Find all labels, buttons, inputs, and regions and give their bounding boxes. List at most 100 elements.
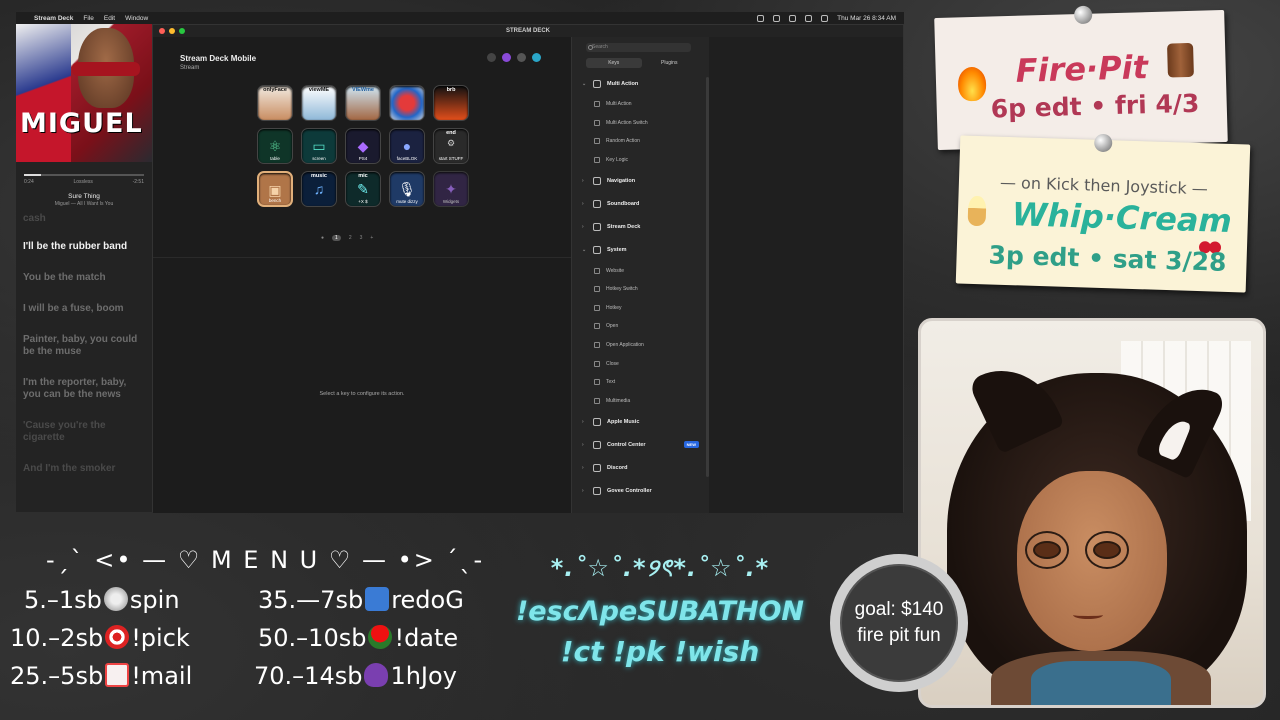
open-icon (594, 323, 600, 330)
lyric-line[interactable]: And I'm the smoker (23, 463, 144, 475)
navigation-icon (593, 176, 601, 185)
action-item[interactable]: Multi Action (572, 95, 709, 114)
category-navigation[interactable]: › Navigation (572, 169, 709, 192)
category-govee[interactable]: › Govee Controller (572, 479, 709, 502)
action-item[interactable]: Multimedia (572, 392, 709, 411)
command-list: !ct !pk !wish (560, 635, 760, 668)
lyric-line[interactable]: You be the match (23, 272, 144, 284)
action-item[interactable]: Key Logic (572, 151, 709, 170)
add-page-icon[interactable]: + (370, 235, 373, 241)
status-icon[interactable] (789, 14, 797, 22)
deck-key[interactable]: ● faceBLOK (389, 128, 425, 164)
store-icon[interactable] (502, 53, 511, 62)
page-button[interactable]: 1 (332, 235, 341, 241)
device-selector[interactable]: Stream Deck Mobile (180, 54, 256, 63)
wifi-icon[interactable] (805, 14, 813, 22)
search-icon[interactable] (821, 14, 829, 22)
actions-list: ⌄ Multi Action Multi Action Multi Action … (572, 72, 709, 502)
elapsed-time: 0:24 (24, 179, 34, 185)
discord-icon (593, 463, 601, 472)
search-input[interactable]: Search (586, 43, 691, 52)
menu-title: -ˏˋ <• — ♡ M E N U ♡ — •> ˊˎ- (46, 546, 485, 574)
progress-scrubber[interactable] (24, 174, 144, 176)
category-apple-music[interactable]: › Apple Music (572, 410, 709, 433)
menubar-window[interactable]: Window (125, 15, 148, 22)
divider (153, 257, 571, 258)
tab-keys[interactable]: Keys (586, 58, 642, 68)
chevron-right-icon: › (582, 464, 584, 471)
apple-music-icon (593, 417, 601, 426)
deck-key[interactable]: onlyFace (257, 85, 293, 121)
tab-plugins[interactable]: Plugins (642, 58, 698, 68)
deck-key[interactable]: ◆ PS4 (345, 128, 381, 164)
category-soundboard[interactable]: › Soundboard (572, 192, 709, 215)
deck-key[interactable]: ⚛ table (257, 128, 293, 164)
lyrics-list: cash I'll be the rubber band You be the … (16, 207, 152, 475)
card-date: 3p edt • sat 3/28 (988, 240, 1227, 277)
deck-key[interactable]: ▣ bench (257, 171, 293, 207)
action-item[interactable]: Text (572, 373, 709, 392)
header-tools (487, 53, 541, 62)
deck-key[interactable]: VIEWme (345, 85, 381, 121)
page-button[interactable]: 3 (360, 235, 363, 241)
deck-key[interactable]: viewME (301, 85, 337, 121)
menu-row: 5.–1sb spin (24, 586, 180, 614)
menubar-file[interactable]: File (83, 15, 93, 22)
avatar[interactable] (532, 53, 541, 62)
deck-key[interactable]: ▭ screen (301, 128, 337, 164)
status-icon[interactable] (757, 14, 765, 22)
action-icon (594, 138, 600, 145)
sync-icon[interactable] (487, 53, 496, 62)
category-discord[interactable]: › Discord (572, 456, 709, 479)
menubar-app-name[interactable]: Stream Deck (34, 15, 73, 22)
deck-key[interactable]: 🎙 mute dizzy (389, 171, 425, 207)
window-titlebar: STREAM DECK (153, 25, 903, 37)
action-icon (594, 101, 600, 108)
keyboard-icon (594, 286, 600, 293)
schedule-card-whipcream: — on Kick then Joystick — Whip·Cream 3p … (955, 133, 1251, 293)
menubar-clock[interactable]: Thu Mar 26 8:34 AM (837, 15, 896, 22)
chevron-right-icon: › (582, 200, 584, 207)
profile-selector[interactable]: Stream (180, 65, 256, 71)
log-icon (1167, 42, 1194, 78)
empty-pane (709, 37, 903, 513)
gear-icon[interactable] (517, 53, 526, 62)
action-item[interactable]: Random Action (572, 132, 709, 151)
fire-icon (957, 66, 987, 102)
action-item[interactable]: Hotkey (572, 299, 709, 318)
category-multi-action[interactable]: ⌄ Multi Action (572, 72, 709, 95)
action-item[interactable]: Open Application (572, 336, 709, 355)
menubar-edit[interactable]: Edit (104, 15, 115, 22)
category-control-center[interactable]: › Control Center NEW (572, 433, 709, 456)
lyric-line[interactable]: Painter, baby, you could be the muse (23, 334, 144, 358)
chat-commands: *.˚☆˚.*୨ৎ*.˚☆˚.* !escΛpeSUBATHON !ct !pk… (510, 546, 810, 716)
action-item[interactable]: Close (572, 354, 709, 373)
app-icon (594, 342, 600, 349)
action-item[interactable]: Open (572, 317, 709, 336)
status-icon[interactable] (773, 14, 781, 22)
action-item[interactable]: Hotkey Switch (572, 280, 709, 299)
deck-key[interactable]: mic ✎ +X $ (345, 171, 381, 207)
page-button[interactable]: 2 (349, 235, 352, 241)
chevron-right-icon: › (582, 418, 584, 425)
action-item[interactable]: Website (572, 261, 709, 280)
category-stream-deck[interactable]: › Stream Deck (572, 215, 709, 238)
deck-key[interactable] (389, 85, 425, 121)
chevron-right-icon: › (582, 223, 584, 230)
action-item[interactable]: Multi Action Switch (572, 114, 709, 133)
track-title: Sure Thing (68, 193, 100, 200)
category-system[interactable]: ⌄ System (572, 238, 709, 261)
page-prev-icon[interactable]: ● (321, 235, 324, 241)
vtuber-camera (918, 318, 1266, 708)
lyric-line[interactable]: I'm the reporter, baby, you can be the n… (23, 377, 144, 401)
deck-key[interactable]: music ♫ (301, 171, 337, 207)
chevron-right-icon: › (582, 441, 584, 448)
deck-key[interactable]: ✦ Widgets (433, 171, 469, 207)
lyric-line-current[interactable]: I'll be the rubber band (23, 241, 144, 253)
lyric-line[interactable]: 'Cause you're the cigarette (23, 420, 144, 444)
deck-key[interactable]: brb (433, 85, 469, 121)
lyric-line[interactable]: I will be a fuse, boom (23, 303, 144, 315)
lyric-line[interactable]: cash (23, 213, 144, 225)
deck-key[interactable]: end ⚙ start STUFF (433, 128, 469, 164)
music-player-panel: MIGUEL 0:24 Lossless -2:51 Sure Thing Mi… (16, 24, 152, 512)
